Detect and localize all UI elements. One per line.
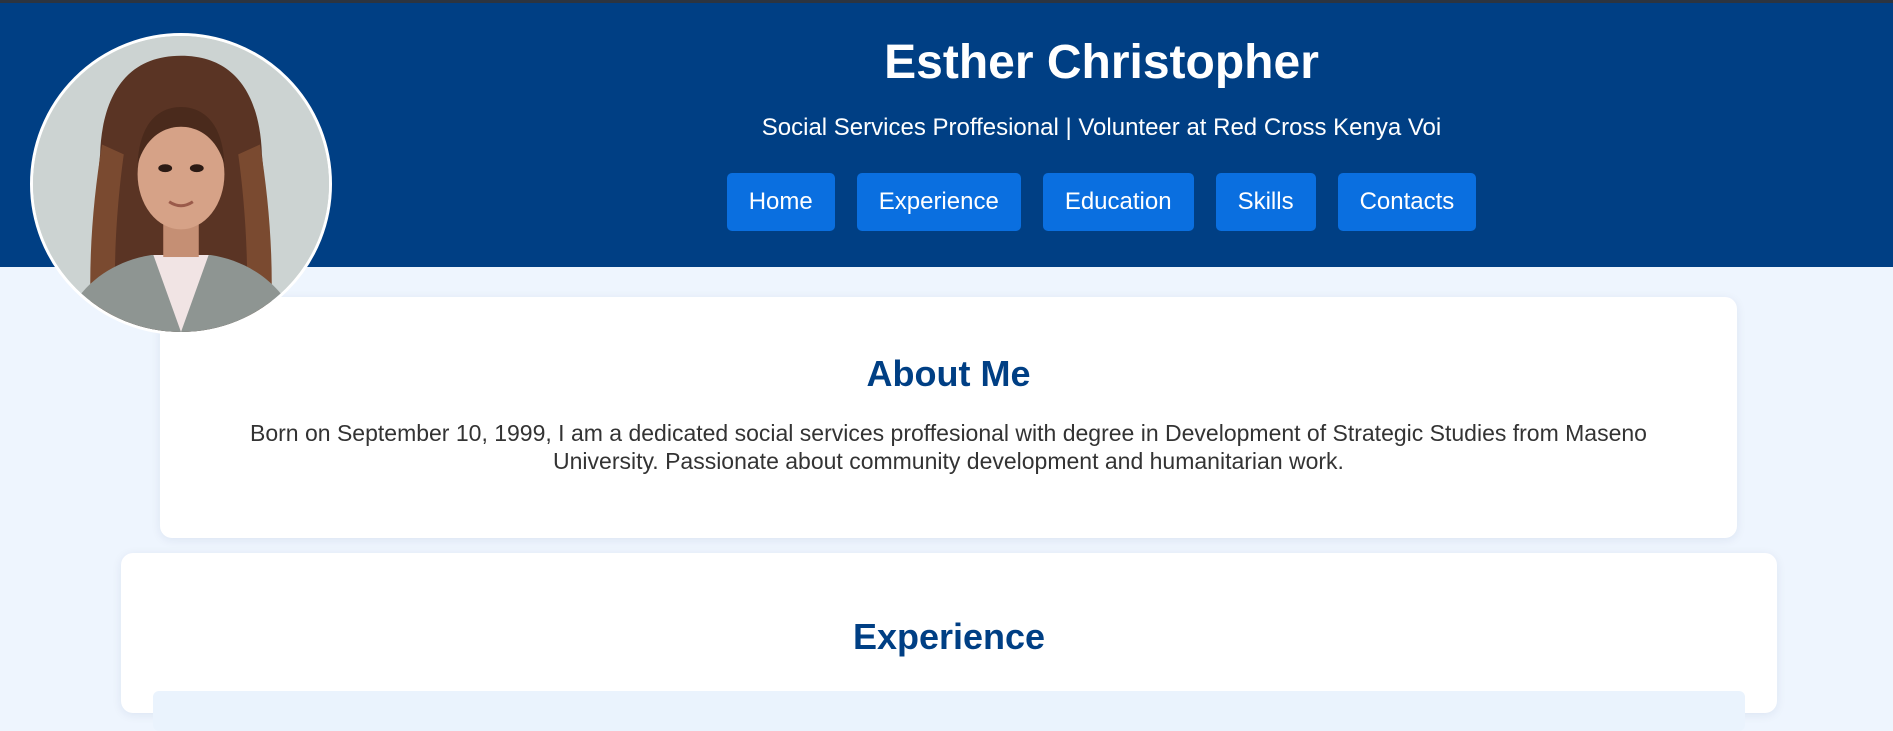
nav-experience-button[interactable]: Experience: [856, 173, 1021, 231]
about-heading: About Me: [866, 353, 1031, 394]
profile-avatar: [30, 33, 332, 335]
profile-photo: [33, 36, 329, 332]
experience-heading: Experience: [852, 616, 1046, 657]
main-nav: Home Experience Education Skills Contact…: [500, 173, 1703, 231]
profile-tagline: Social Services Proffesional | Volunteer…: [761, 114, 1442, 141]
nav-education-button[interactable]: Education: [1042, 173, 1194, 231]
nav-skills-button[interactable]: Skills: [1215, 173, 1316, 231]
nav-home-button[interactable]: Home: [726, 173, 835, 231]
profile-name: Esther Christopher: [884, 36, 1319, 89]
about-section: About Me Born on September 10, 1999, I a…: [160, 297, 1737, 538]
experience-item: [153, 691, 1745, 731]
nav-contacts-button[interactable]: Contacts: [1337, 173, 1477, 231]
experience-section: Experience: [121, 553, 1777, 731]
about-text: Born on September 10, 1999, I am a dedic…: [250, 420, 1647, 474]
header-content: Esther Christopher Social Services Proff…: [500, 3, 1703, 231]
